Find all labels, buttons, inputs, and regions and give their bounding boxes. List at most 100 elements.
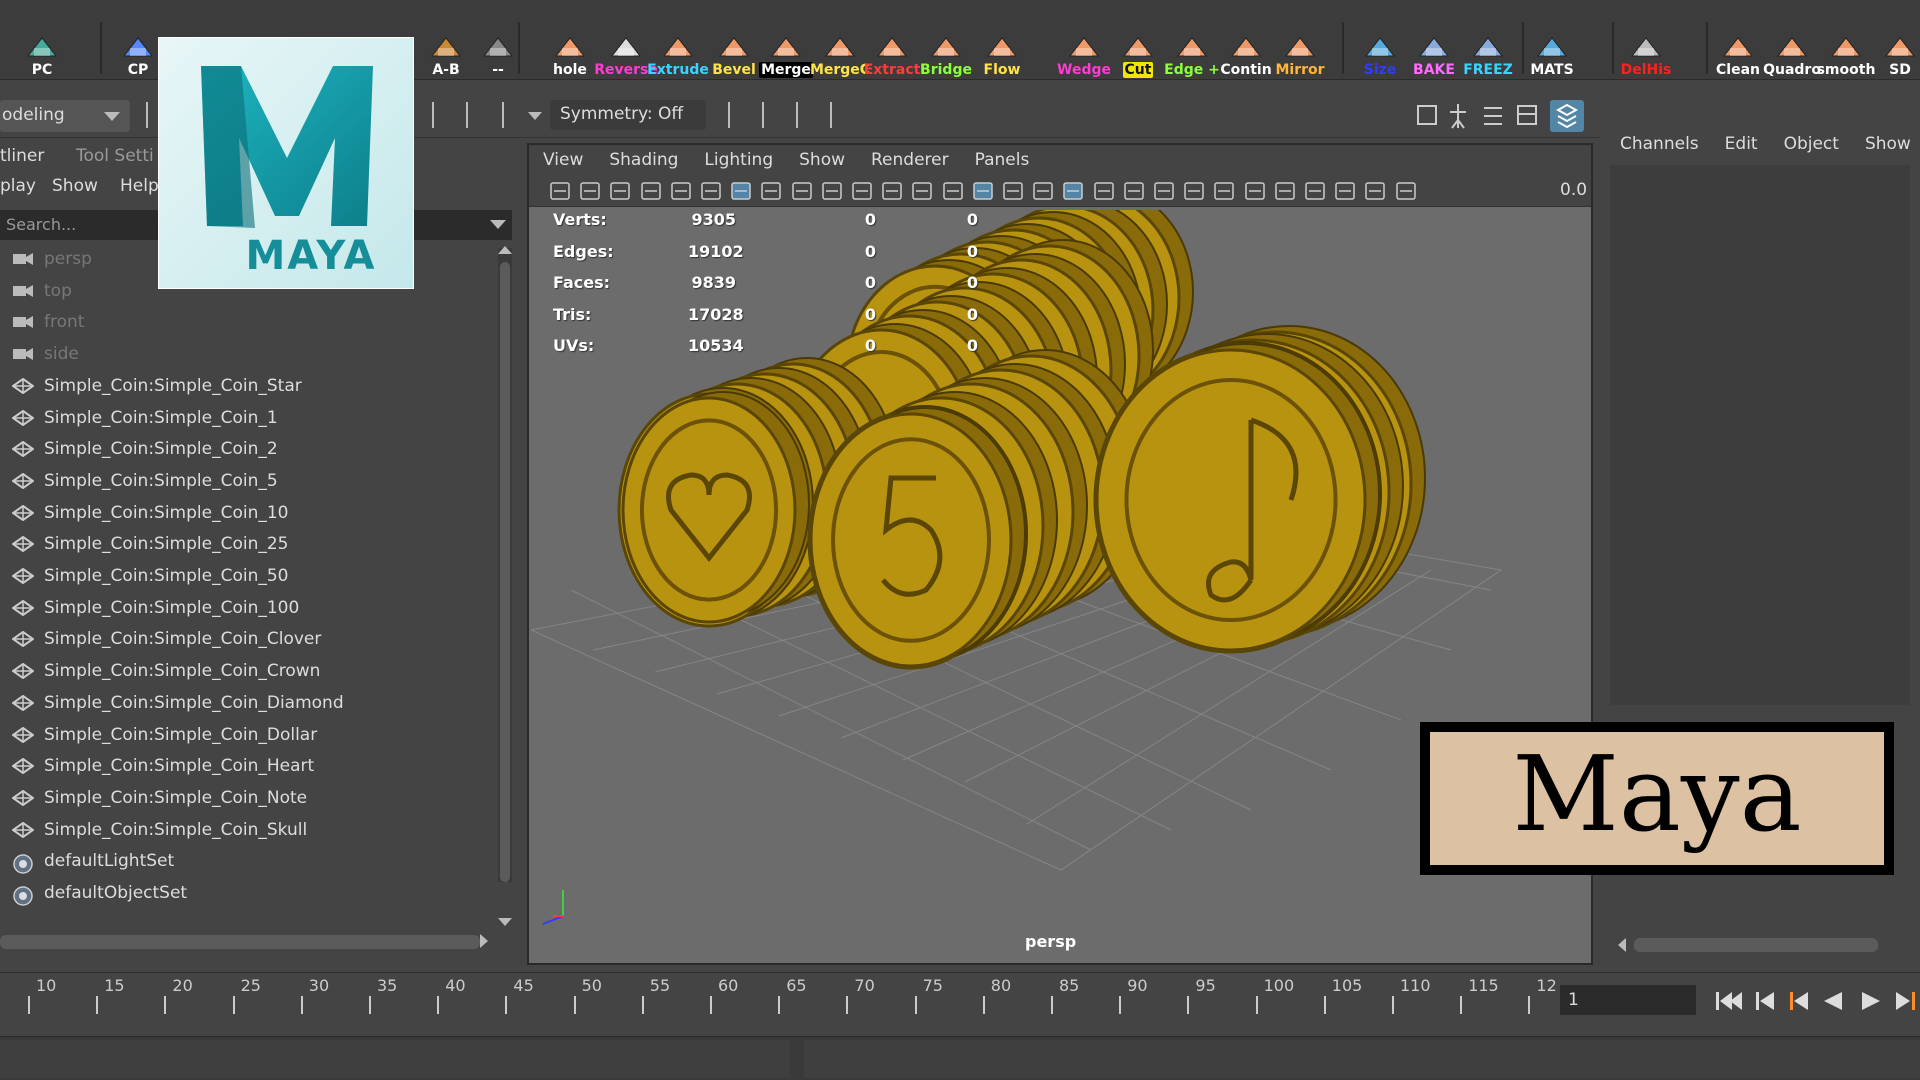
menu-lighting[interactable]: Lighting (704, 150, 773, 170)
outliner-item[interactable]: Simple_Coin:Simple_Coin_Skull (11, 815, 307, 845)
menu-show[interactable]: Show (52, 176, 98, 196)
grease-pencil-icon[interactable] (699, 179, 723, 203)
shelf-button-extract[interactable]: Extract (864, 22, 920, 78)
isolate-select-icon[interactable] (1273, 179, 1297, 203)
2d-pan-zoom-icon[interactable] (669, 179, 693, 203)
menu-display[interactable]: play (0, 176, 36, 196)
camera-select-icon[interactable] (548, 179, 572, 203)
xray-components-icon[interactable] (1363, 179, 1387, 203)
motion-blur-icon[interactable] (1182, 179, 1206, 203)
shelf-button-bake[interactable]: BAKE (1408, 22, 1460, 78)
scroll-left-icon[interactable] (1618, 938, 1626, 952)
shelf-button-bridge[interactable]: Bridge (920, 22, 972, 78)
shelf-button-freez[interactable]: FREEZ (1462, 22, 1514, 78)
shelf-button-flow[interactable]: Flow (976, 22, 1028, 78)
outliner-item[interactable]: Simple_Coin:Simple_Coin_Dollar (11, 720, 317, 750)
outliner-item[interactable]: Simple_Coin:Simple_Coin_Diamond (11, 688, 344, 718)
shelf-button-pc[interactable]: PC (16, 22, 68, 78)
outliner-item[interactable]: top (12, 276, 72, 306)
shadows-icon[interactable] (1122, 179, 1146, 203)
shelf-button-smooth[interactable]: smooth (1817, 22, 1875, 78)
shelf-button-mergec[interactable]: MergeC (810, 22, 870, 78)
chevron-down-icon[interactable] (104, 112, 120, 121)
menu-help[interactable]: Help (120, 176, 159, 196)
safe-action-icon[interactable] (880, 179, 904, 203)
menu-panels[interactable]: Panels (975, 150, 1030, 170)
shelf-button-edge-[interactable]: Edge + (1164, 22, 1220, 78)
outliner-item[interactable]: Simple_Coin:Simple_Coin_Star (11, 371, 302, 401)
wireframe-on-shaded-icon[interactable] (1001, 179, 1025, 203)
menu-show[interactable]: Show (1865, 134, 1911, 154)
film-gate-icon[interactable] (759, 179, 783, 203)
shelf-button-merge[interactable]: Merge (759, 22, 813, 78)
menu-show[interactable]: Show (799, 150, 845, 170)
command-line[interactable] (0, 1040, 790, 1078)
tab-tool-settings[interactable]: Tool Setti (76, 146, 154, 166)
safe-title-icon[interactable] (910, 179, 934, 203)
outliner-item[interactable]: Simple_Coin:Simple_Coin_50 (11, 561, 289, 591)
scroll-down-icon[interactable] (498, 918, 512, 926)
tab-outliner[interactable]: tliner (0, 146, 44, 166)
outliner-item[interactable]: Simple_Coin:Simple_Coin_2 (11, 434, 278, 464)
shelf-button-wedge[interactable]: Wedge (1057, 22, 1111, 78)
shelf-button-delhis[interactable]: DelHis (1620, 22, 1672, 78)
outliner-item[interactable]: side (12, 339, 79, 369)
playback-controls[interactable] (1712, 986, 1920, 1016)
shelf-button-quadro[interactable]: Quadro (1763, 22, 1821, 78)
grid-icon[interactable] (729, 179, 753, 203)
coin-mesh[interactable] (621, 391, 810, 624)
menu-channels[interactable]: Channels (1620, 134, 1699, 154)
exposure-icon[interactable] (1394, 179, 1418, 203)
menu-renderer[interactable]: Renderer (871, 150, 949, 170)
outliner-item[interactable]: defaultLightSet (12, 846, 174, 876)
outliner-item[interactable]: Simple_Coin:Simple_Coin_5 (11, 466, 278, 496)
xray-joints-icon[interactable] (1333, 179, 1357, 203)
gate-mask-icon[interactable] (820, 179, 844, 203)
shelf-button-contin[interactable]: Contin (1220, 22, 1272, 78)
shelf-button-cut[interactable]: Cut (1112, 22, 1164, 78)
textured-icon[interactable] (1061, 179, 1085, 203)
default-material-icon[interactable] (1031, 179, 1055, 203)
scrollbar-thumb[interactable] (500, 262, 510, 882)
panel-layout-icons[interactable] (1410, 98, 1590, 134)
outliner-item[interactable]: Simple_Coin:Simple_Coin_Crown (11, 656, 320, 686)
menu-view[interactable]: View (543, 150, 583, 170)
outliner-item[interactable]: front (12, 307, 84, 337)
outliner-item[interactable]: persp (12, 244, 92, 274)
exposure-field[interactable]: 0.0 (1560, 180, 1587, 200)
camera-attributes-icon[interactable] (578, 179, 602, 203)
outliner-item[interactable]: Simple_Coin:Simple_Coin_Clover (11, 624, 321, 654)
use-all-lights-icon[interactable] (1092, 179, 1116, 203)
outliner-item[interactable]: Simple_Coin:Simple_Coin_Note (11, 783, 307, 813)
channel-box-content[interactable] (1610, 165, 1910, 705)
channel-box-scrollbar[interactable] (1634, 938, 1878, 952)
outliner-horizontal-scrollbar[interactable] (0, 935, 480, 949)
scroll-up-icon[interactable] (498, 246, 512, 254)
resolution-gate-icon[interactable] (790, 179, 814, 203)
menu-object[interactable]: Object (1784, 134, 1839, 154)
shelf-button-hole[interactable]: hole (544, 22, 596, 78)
menu-shading[interactable]: Shading (609, 150, 678, 170)
current-frame-field[interactable]: 1 (1560, 985, 1696, 1015)
shelf-button-size[interactable]: Size (1354, 22, 1406, 78)
image-plane-icon[interactable] (639, 179, 663, 203)
outliner-item[interactable]: Simple_Coin:Simple_Coin_100 (11, 593, 299, 623)
field-chart-icon[interactable] (850, 179, 874, 203)
shelf-button-bevel[interactable]: Bevel (708, 22, 760, 78)
outliner-item[interactable]: Simple_Coin:Simple_Coin_Heart (11, 751, 314, 781)
outliner-item[interactable]: Simple_Coin:Simple_Coin_10 (11, 498, 289, 528)
shelf-button-mats[interactable]: MATS (1526, 22, 1578, 78)
scroll-right-icon[interactable] (480, 934, 488, 948)
symmetry-dropdown[interactable]: Symmetry: Off (550, 100, 706, 130)
wireframe-icon[interactable] (941, 179, 965, 203)
ambient-occlusion-icon[interactable] (1152, 179, 1176, 203)
shelf-button-clean[interactable]: Clean (1712, 22, 1764, 78)
shelf-button--[interactable]: -- (472, 22, 524, 78)
chevron-down-icon[interactable] (490, 220, 506, 229)
shelf-button-extrude[interactable]: Extrude (647, 22, 709, 78)
shelf-button-cp[interactable]: CP (112, 22, 164, 78)
anti-alias-icon[interactable] (1212, 179, 1236, 203)
bookmark-icon[interactable] (608, 179, 632, 203)
xray-icon[interactable] (1303, 179, 1327, 203)
depth-of-field-icon[interactable] (1243, 179, 1267, 203)
